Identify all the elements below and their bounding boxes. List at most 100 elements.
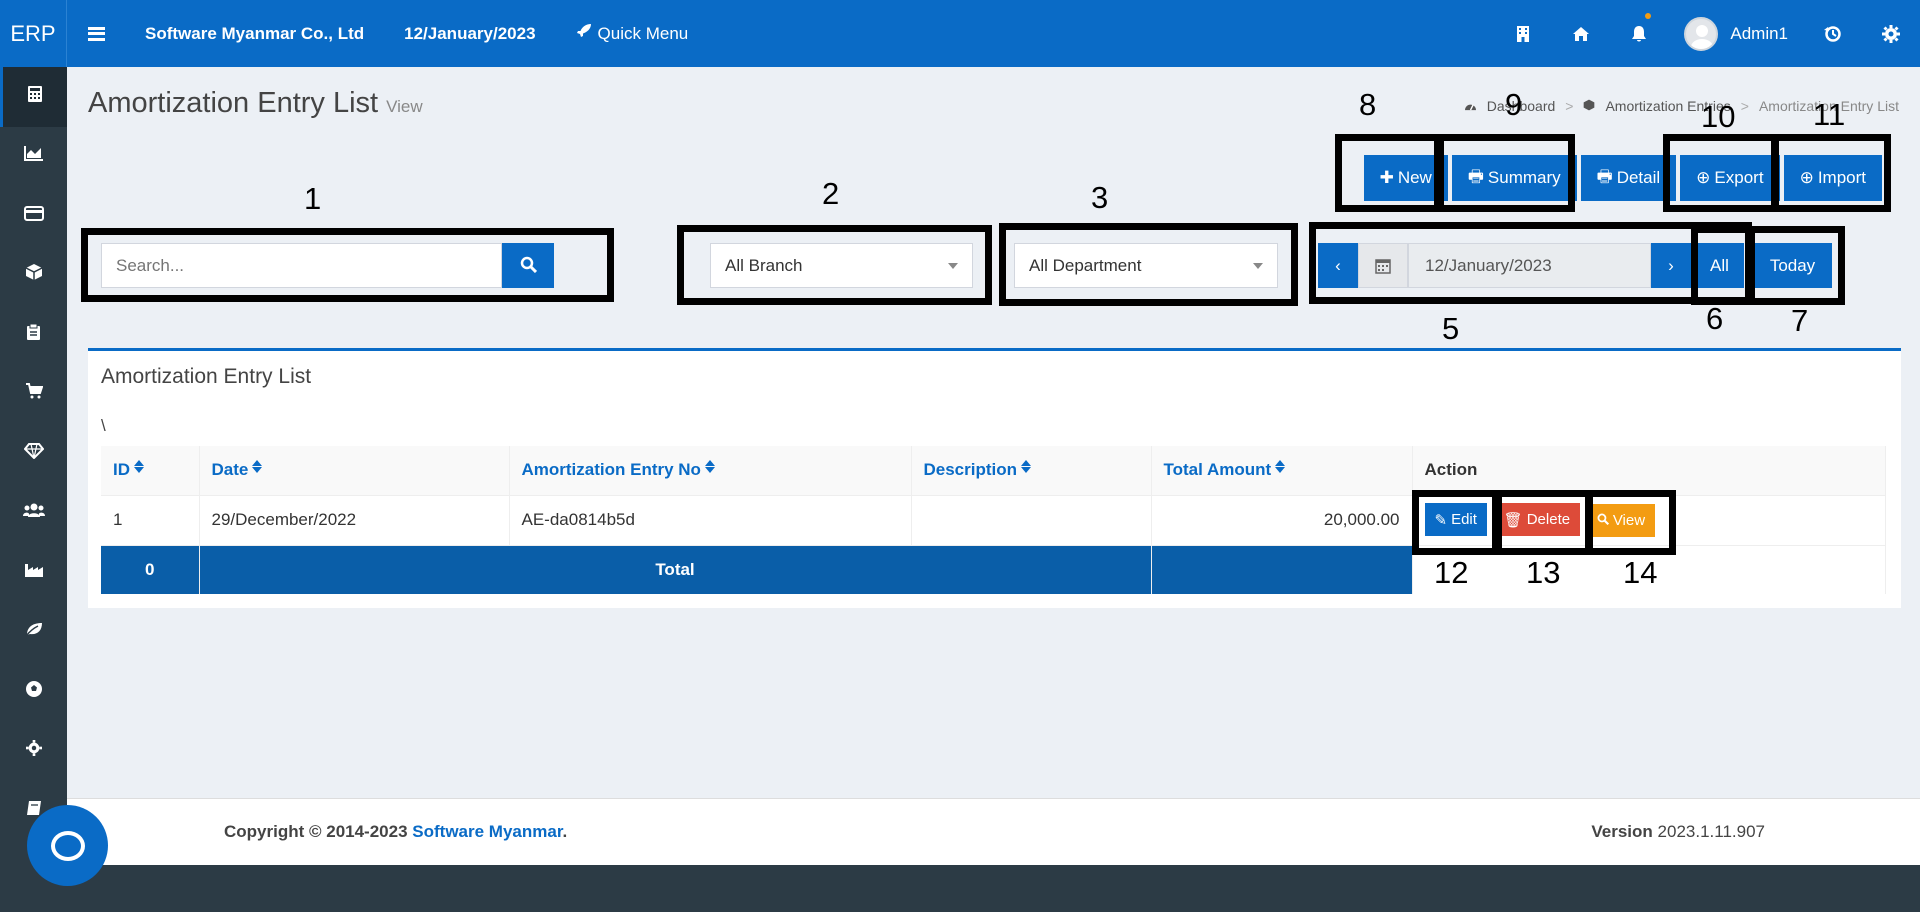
sidebar <box>0 67 67 865</box>
column-action: Action <box>1412 446 1886 495</box>
cell-total-amount: 20,000.00 <box>1151 494 1413 545</box>
top-navbar: ERP Software Myanmar Co., Ltd 12/January… <box>0 0 1920 67</box>
chat-widget-button[interactable] <box>27 805 108 886</box>
branch-select-value: All Branch <box>725 255 803 275</box>
plus-icon: ✚ <box>1379 168 1394 187</box>
sidebar-item-settings[interactable] <box>0 722 67 782</box>
sidebar-item-accounting[interactable] <box>0 67 67 127</box>
annotation-number: 8 <box>1359 87 1377 122</box>
sidebar-item-hr[interactable] <box>0 484 67 544</box>
sort-icon <box>134 460 142 473</box>
column-entry-no[interactable]: Amortization Entry No <box>509 446 912 495</box>
new-button[interactable]: ✚ New <box>1363 155 1448 201</box>
sidebar-item-assets[interactable] <box>0 424 67 484</box>
sidebar-item-sports[interactable] <box>0 662 67 722</box>
date-input[interactable]: 12/January/2023 <box>1408 243 1651 288</box>
calculator-icon <box>27 85 43 109</box>
quick-menu-link[interactable]: Quick Menu <box>576 23 688 44</box>
industry-icon <box>24 562 44 584</box>
brand-logo[interactable]: ERP <box>0 0 67 67</box>
notification-dot <box>1645 13 1652 19</box>
notifications-bell-icon[interactable] <box>1610 0 1668 67</box>
branch-select[interactable]: All Branch <box>710 243 973 288</box>
copyright: Copyright © 2014-2023 Software Myanmar. <box>224 822 567 842</box>
download-circle-icon: ⊕ <box>1696 168 1711 187</box>
search-group <box>101 243 554 288</box>
view-button[interactable]: View <box>1586 503 1656 537</box>
sidebar-item-production[interactable] <box>0 543 67 603</box>
sidebar-item-sales[interactable] <box>0 365 67 425</box>
chevron-down-icon <box>948 262 958 269</box>
detail-button[interactable]: 🖶 Detail <box>1580 155 1677 201</box>
version-label: Version <box>1591 822 1653 841</box>
department-select[interactable]: All Department <box>1014 243 1278 288</box>
company-link[interactable]: Software Myanmar <box>412 822 562 841</box>
column-total-amount-label: Total Amount <box>1163 460 1272 480</box>
calendar-icon[interactable] <box>1358 243 1408 288</box>
summary-button[interactable]: 🖶 Summary <box>1451 155 1577 201</box>
import-button[interactable]: ⊕ Import <box>1783 155 1882 201</box>
sidebar-item-tasks[interactable] <box>0 305 67 365</box>
cell-actions: ✎ Edit 🗑 Delete View <box>1412 494 1886 545</box>
credit-card-icon <box>23 205 44 227</box>
annotation-number: 7 <box>1791 303 1809 338</box>
total-row: 0 Total <box>101 544 1886 594</box>
column-id[interactable]: ID <box>101 446 200 495</box>
previous-date-button[interactable]: ‹ <box>1318 243 1358 288</box>
soccer-ball-icon <box>25 680 43 704</box>
breadcrumb-separator: > <box>1565 98 1574 114</box>
content-area: Amortization Entry List View Dashboard > … <box>67 67 1920 798</box>
chevron-left-icon: ‹ <box>1335 255 1341 275</box>
department-select-value: All Department <box>1029 255 1142 275</box>
total-count: 0 <box>101 544 200 594</box>
sort-icon <box>1275 460 1283 473</box>
search-input[interactable] <box>101 243 502 288</box>
column-entry-no-label: Amortization Entry No <box>521 460 701 480</box>
annotation-number: 10 <box>1701 99 1736 134</box>
next-date-button[interactable]: › <box>1651 243 1691 288</box>
sidebar-item-inventory[interactable] <box>0 246 67 306</box>
column-total-amount[interactable]: Total Amount <box>1151 446 1413 495</box>
cell-entry-no: AE-da0814b5d <box>509 494 912 545</box>
username: Admin1 <box>1730 23 1788 43</box>
search-icon <box>520 256 537 276</box>
sidebar-item-agriculture[interactable] <box>0 603 67 663</box>
print-icon: 🖶 <box>1596 166 1613 186</box>
annotation-number: 14 <box>1623 555 1658 590</box>
current-date: 12/January/2023 <box>404 23 536 43</box>
breadcrumb-separator: > <box>1740 98 1749 114</box>
user-menu[interactable]: Admin1 <box>1668 16 1804 51</box>
sidebar-toggle-button[interactable] <box>67 26 125 41</box>
cart-icon <box>25 383 43 405</box>
annotation-number: 1 <box>304 181 322 216</box>
edit-button[interactable]: ✎ Edit <box>1424 503 1487 537</box>
avatar <box>1684 16 1719 51</box>
page-title: Amortization Entry List View <box>88 87 423 120</box>
column-date[interactable]: Date <box>199 446 510 495</box>
import-label: Import <box>1817 168 1866 187</box>
column-description[interactable]: Description <box>911 446 1152 495</box>
annotation-number: 11 <box>1813 97 1846 132</box>
chevron-down-icon <box>1253 262 1263 269</box>
sidebar-item-payments[interactable] <box>0 186 67 246</box>
search-button[interactable] <box>502 243 554 288</box>
home-icon[interactable] <box>1552 0 1610 67</box>
search-icon <box>1597 512 1609 529</box>
users-icon <box>22 502 45 524</box>
building-icon[interactable] <box>1494 0 1552 67</box>
table-row: 1 29/December/2022 AE-da0814b5d 20,000.0… <box>101 494 1886 545</box>
page-subtitle: View <box>386 97 423 116</box>
history-icon[interactable] <box>1804 0 1862 67</box>
export-label: Export <box>1714 168 1764 187</box>
export-button[interactable]: ⊕ Export <box>1680 155 1780 201</box>
delete-button[interactable]: 🗑 Delete <box>1493 503 1581 537</box>
gear-icon[interactable] <box>1862 0 1920 67</box>
column-id-label: ID <box>113 460 130 480</box>
all-dates-button[interactable]: All <box>1695 243 1744 288</box>
sidebar-item-reports[interactable] <box>0 127 67 187</box>
detail-label: Detail <box>1616 168 1661 187</box>
today-button[interactable]: Today <box>1753 243 1832 288</box>
upload-circle-icon: ⊕ <box>1799 168 1814 187</box>
column-description-label: Description <box>923 460 1018 480</box>
annotation-number: 12 <box>1434 555 1469 590</box>
